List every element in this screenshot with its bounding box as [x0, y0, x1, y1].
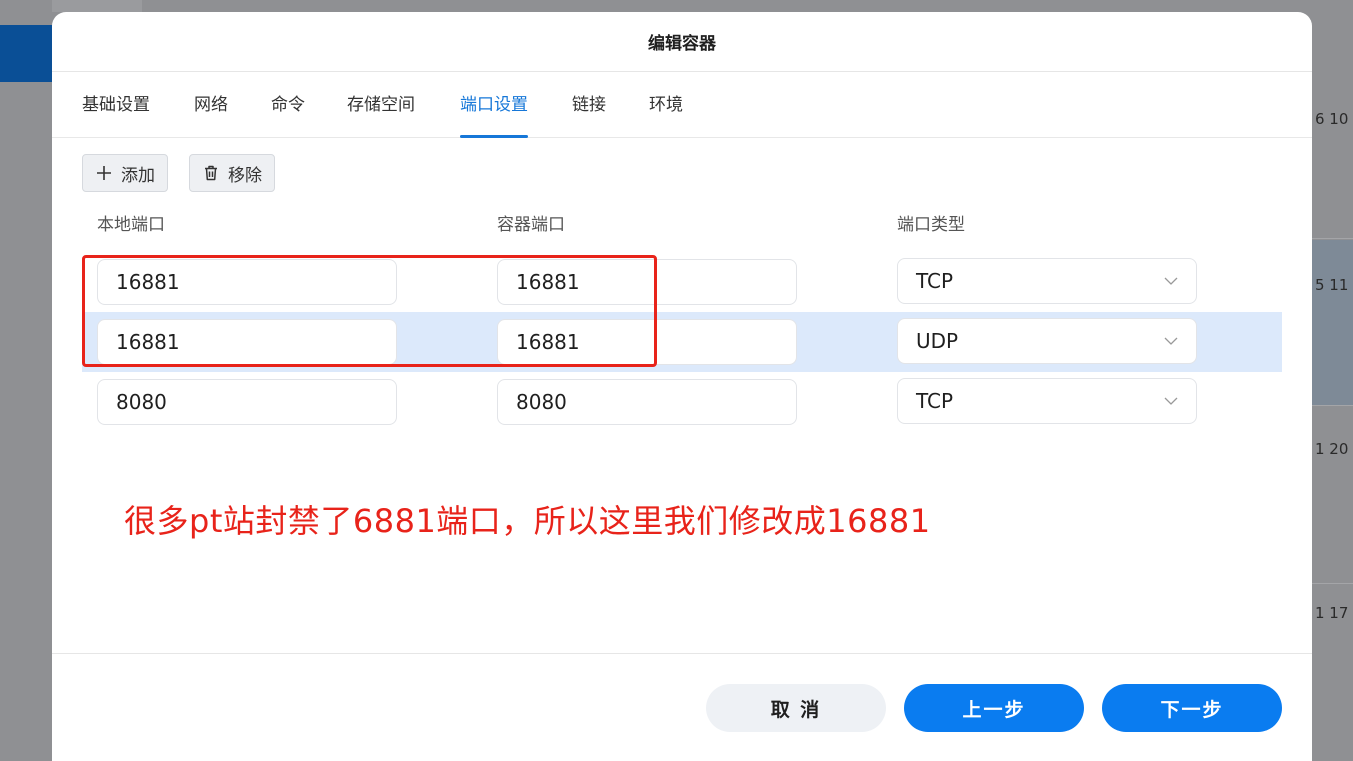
next-step-button[interactable]: 下一步 [1102, 684, 1282, 732]
background-divider [1312, 405, 1353, 406]
background-list-item: 5 11 [1315, 276, 1349, 294]
background-divider [1312, 238, 1353, 239]
background-list-item: 1 20 [1315, 440, 1349, 458]
tab-network[interactable]: 网络 [194, 72, 228, 138]
port-type-select[interactable]: TCP [897, 378, 1197, 424]
background-list-item: 1 17 [1315, 604, 1349, 622]
dialog-title: 编辑容器 [52, 12, 1312, 72]
chevron-down-icon [1164, 337, 1178, 345]
add-button[interactable]: 添加 [82, 154, 168, 192]
column-header-port-type: 端口类型 [897, 215, 965, 235]
port-type-select[interactable]: TCP [897, 258, 1197, 304]
port-type-value: TCP [916, 389, 954, 413]
cancel-button[interactable]: 取 消 [706, 684, 886, 732]
background-selected-row [1312, 240, 1353, 405]
local-port-input[interactable]: 8080 [97, 379, 397, 425]
port-type-value: UDP [916, 329, 959, 353]
tab-storage[interactable]: 存储空间 [347, 72, 415, 138]
background-divider [1312, 583, 1353, 584]
local-port-input[interactable]: 16881 [97, 259, 397, 305]
container-port-input[interactable]: 16881 [497, 259, 797, 305]
previous-step-button[interactable]: 上一步 [904, 684, 1084, 732]
column-header-local-port: 本地端口 [97, 215, 165, 235]
trash-icon [202, 164, 220, 182]
tab-bar: 基础设置 网络 命令 存储空间 端口设置 链接 环境 [52, 72, 1312, 138]
container-port-input[interactable]: 16881 [497, 319, 797, 365]
tab-port-settings[interactable]: 端口设置 [460, 72, 528, 138]
local-port-input[interactable]: 16881 [97, 319, 397, 365]
port-type-select[interactable]: UDP [897, 318, 1197, 364]
plus-icon [95, 164, 113, 182]
chevron-down-icon [1164, 277, 1178, 285]
footer-divider [52, 653, 1312, 654]
port-type-value: TCP [916, 269, 954, 293]
background-sidebar-accent [0, 25, 52, 82]
remove-button[interactable]: 移除 [189, 154, 275, 192]
column-header-container-port: 容器端口 [497, 215, 565, 235]
tab-environment[interactable]: 环境 [649, 72, 683, 138]
container-port-input[interactable]: 8080 [497, 379, 797, 425]
background-header-strip [52, 0, 142, 12]
tab-basic-settings[interactable]: 基础设置 [82, 72, 150, 138]
chevron-down-icon [1164, 397, 1178, 405]
tab-command[interactable]: 命令 [271, 72, 305, 138]
annotation-text: 很多pt站封禁了6881端口，所以这里我们修改成16881 [124, 502, 931, 540]
add-button-label: 添加 [121, 165, 155, 186]
remove-button-label: 移除 [228, 165, 262, 186]
background-list-item: 6 10 [1315, 110, 1349, 128]
edit-container-dialog: 编辑容器 基础设置 网络 命令 存储空间 端口设置 链接 环境 添加 移除 本地… [52, 12, 1312, 761]
tab-links[interactable]: 链接 [572, 72, 606, 138]
